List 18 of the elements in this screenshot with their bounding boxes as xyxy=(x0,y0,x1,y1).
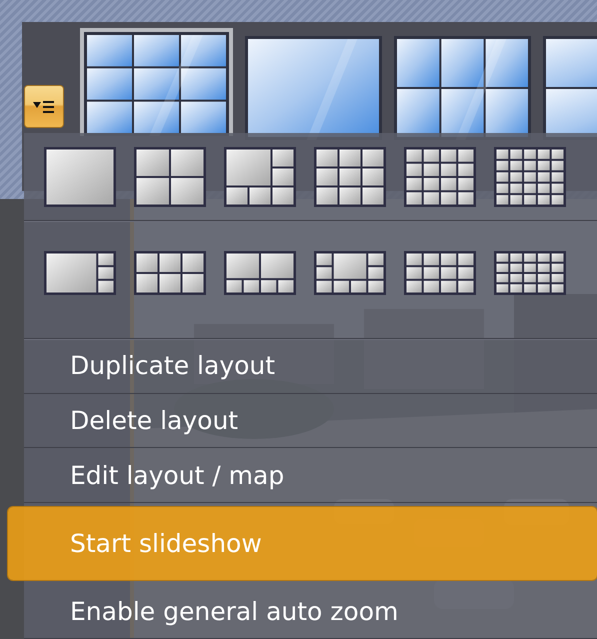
menu-item[interactable]: Enable general auto zoom xyxy=(24,584,597,639)
menu-button[interactable] xyxy=(24,85,64,128)
menu-icon xyxy=(33,98,55,114)
grid-layout-icon[interactable] xyxy=(314,251,386,296)
grid-layout-icon[interactable] xyxy=(314,147,386,207)
grid-layout-icon[interactable] xyxy=(494,251,566,296)
grid-layout-icon[interactable] xyxy=(404,147,476,207)
grid-layout-icon[interactable] xyxy=(494,147,566,207)
grid-layout-icon[interactable] xyxy=(224,251,296,296)
grid-layout-icon[interactable] xyxy=(134,251,206,296)
grid-layout-icon[interactable] xyxy=(404,251,476,296)
single-layout-icon[interactable] xyxy=(44,147,116,207)
menu-item[interactable]: Edit layout / map xyxy=(24,448,597,504)
menu-item[interactable]: Delete layout xyxy=(24,394,597,448)
grid-layout-icon[interactable] xyxy=(134,147,206,207)
grid-layout-icon[interactable] xyxy=(44,251,116,296)
grid-layout-icon[interactable] xyxy=(224,147,296,207)
menu-item[interactable]: Duplicate layout xyxy=(24,339,597,394)
